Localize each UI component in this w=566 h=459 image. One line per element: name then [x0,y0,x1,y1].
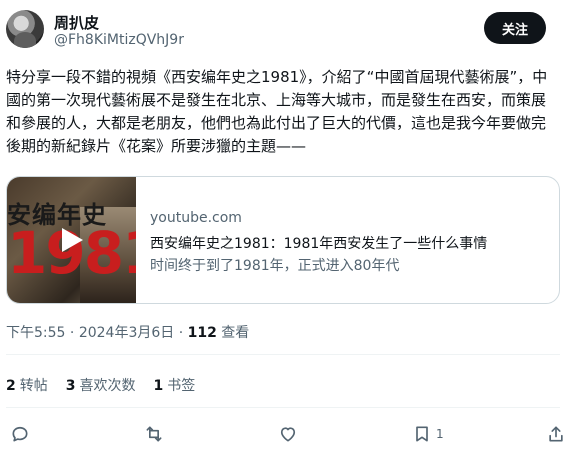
avatar[interactable] [6,10,44,48]
bookmark-icon [416,426,428,442]
meta-separator: · [65,325,79,341]
reposts-stat[interactable]: 2 转帖 [6,375,48,395]
views-label: 查看 [216,325,250,341]
link-card[interactable]: 安编年史 1981 youtube.com 西安编年史之1981：1981年西安… [6,176,560,304]
quotes-stat[interactable]: 3 喜欢次数 [66,375,136,395]
reposts-count: 2 [6,378,16,394]
share-button[interactable] [546,422,566,446]
tweet-date[interactable]: 2024年3月6日 [79,325,174,341]
like-button[interactable] [278,422,298,446]
divider [6,407,560,408]
reply-button[interactable] [10,422,30,446]
repost-button[interactable] [144,422,164,446]
action-bar: 1 [10,422,563,450]
card-title[interactable]: 西安编年史之1981：1981年西安发生了一些什么事情 [150,233,487,253]
bookmark-button[interactable]: 1 [412,422,444,446]
engagement-stats: 2 转帖 3 喜欢次数 1 书签 [6,375,213,395]
bookmarks-stat[interactable]: 1 书签 [154,375,196,395]
author-handle[interactable]: @Fh8KiMtizQVhJ9r [54,32,184,48]
card-domain: youtube.com [150,210,242,226]
tweet-text: 特分享一段不錯的視頻《西安编年史之1981》，介紹了“中國首屆現代藝術展”，中國… [6,68,548,155]
tweet-meta: 下午5:55 · 2024年3月6日 · 112 查看 [6,322,249,342]
divider [6,354,560,355]
like-icon [280,427,296,442]
quotes-label: 喜欢次数 [79,378,136,394]
repost-icon [146,426,162,442]
bookmarks-count: 1 [153,378,164,394]
follow-button[interactable]: 关注 [484,12,546,44]
share-icon [549,426,563,442]
views-count: 112 [187,325,217,341]
meta-separator: · [174,325,188,341]
bookmarks-label: 书签 [167,378,196,394]
play-icon[interactable] [56,225,86,255]
card-description: 时间终于到了1981年，正式进入80年代 [150,258,400,274]
tweet-header: 周扒皮 @Fh8KiMtizQVhJ9r 关注 [6,10,560,56]
reposts-label: 转帖 [19,378,48,394]
video-thumbnail[interactable]: 安编年史 1981 [7,177,136,303]
reply-icon [12,426,28,442]
tweet-time[interactable]: 下午5:55 [6,325,65,341]
author-name[interactable]: 周扒皮 [54,12,99,33]
bookmark-count: 1 [436,427,444,441]
quotes-count: 3 [65,378,76,394]
